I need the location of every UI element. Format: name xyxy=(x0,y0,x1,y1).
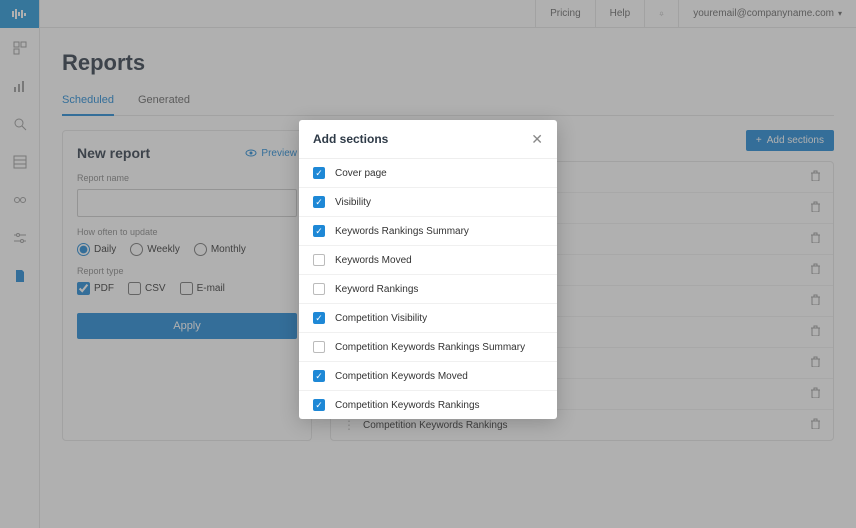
option-label: Competition Visibility xyxy=(335,313,427,324)
modal-option-row[interactable]: ✓ Visibility xyxy=(299,188,557,217)
checkbox[interactable]: ✓ xyxy=(313,399,325,411)
modal-option-row[interactable]: Competition Keywords Rankings Summary xyxy=(299,333,557,362)
checkbox[interactable]: ✓ xyxy=(313,167,325,179)
checkbox[interactable] xyxy=(313,283,325,295)
checkbox[interactable]: ✓ xyxy=(313,196,325,208)
checkbox[interactable]: ✓ xyxy=(313,370,325,382)
modal-option-row[interactable]: Keywords Moved xyxy=(299,246,557,275)
option-label: Competition Keywords Rankings Summary xyxy=(335,342,525,353)
modal-option-row[interactable]: Keyword Rankings xyxy=(299,275,557,304)
modal-option-row[interactable]: ✓ Competition Visibility xyxy=(299,304,557,333)
option-label: Keyword Rankings xyxy=(335,284,418,295)
option-label: Visibility xyxy=(335,197,371,208)
modal-title: Add sections xyxy=(313,132,388,146)
close-icon[interactable]: ✕ xyxy=(531,132,543,146)
add-sections-modal: Add sections ✕ ✓ Cover page ✓ Visibility ✓ Ke… xyxy=(299,120,557,419)
modal-option-row[interactable]: ✓ Cover page xyxy=(299,159,557,188)
modal-option-row[interactable]: ✓ Competition Keywords Rankings xyxy=(299,391,557,419)
option-label: Cover page xyxy=(335,168,387,179)
option-label: Competition Keywords Rankings xyxy=(335,400,480,411)
checkbox[interactable]: ✓ xyxy=(313,225,325,237)
checkbox[interactable] xyxy=(313,341,325,353)
modal-body: ✓ Cover page ✓ Visibility ✓ Keywords Rankings… xyxy=(299,159,557,419)
checkbox[interactable] xyxy=(313,254,325,266)
option-label: Competition Keywords Moved xyxy=(335,371,468,382)
modal-option-row[interactable]: ✓ Keywords Rankings Summary xyxy=(299,217,557,246)
option-label: Keywords Rankings Summary xyxy=(335,226,469,237)
option-label: Keywords Moved xyxy=(335,255,412,266)
checkbox[interactable]: ✓ xyxy=(313,312,325,324)
modal-option-row[interactable]: ✓ Competition Keywords Moved xyxy=(299,362,557,391)
